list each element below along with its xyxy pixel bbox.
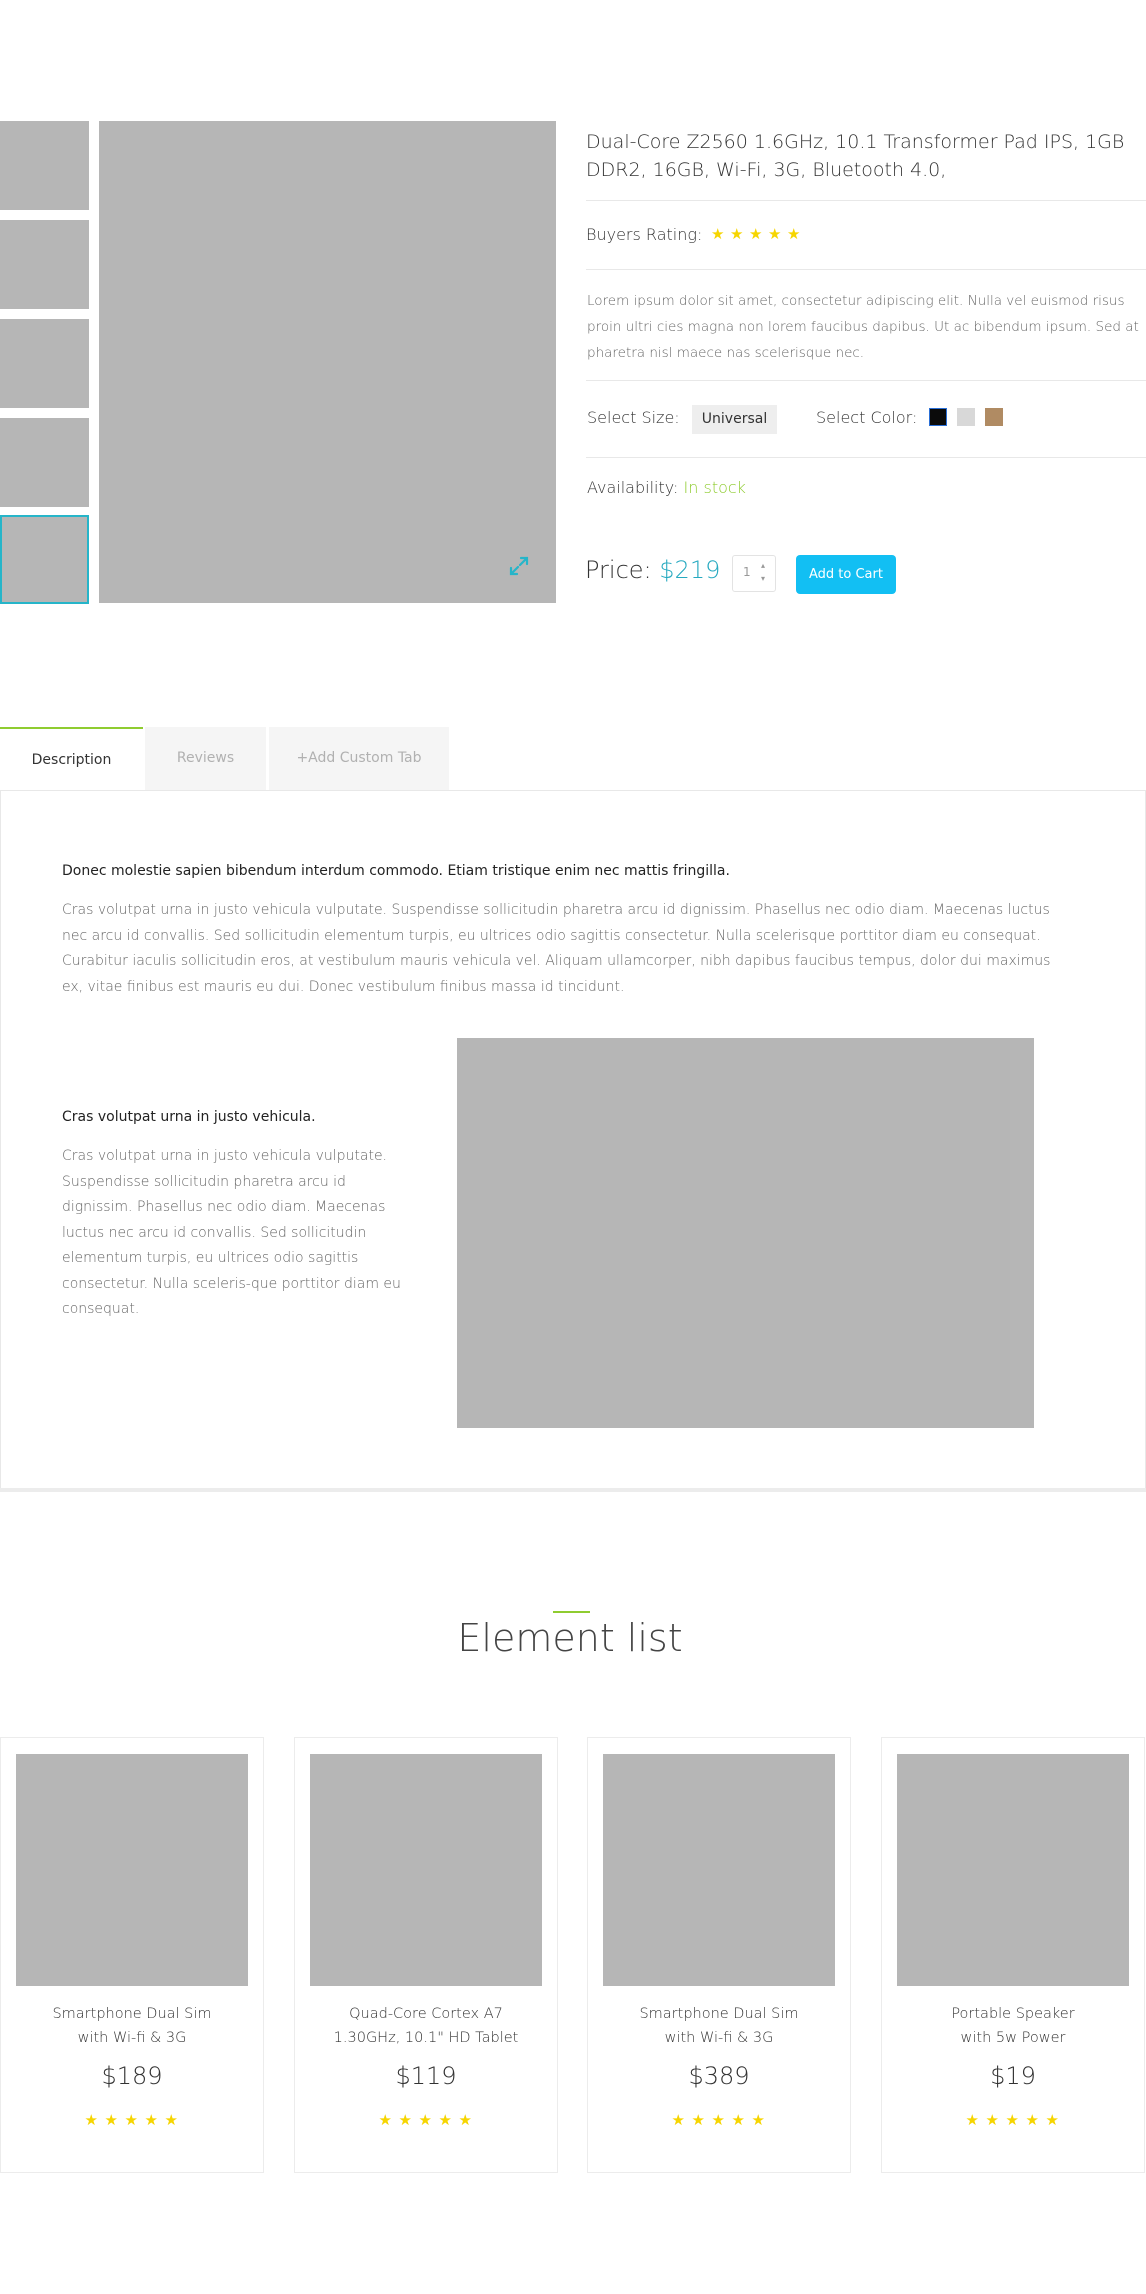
product-card-name-line: with Wi-fi & 3G bbox=[664, 2030, 774, 2046]
product-card-image[interactable] bbox=[310, 1754, 542, 1986]
divider bbox=[586, 200, 1146, 201]
star-icon: ★ bbox=[985, 2111, 999, 2129]
availability-label: Availability: bbox=[587, 478, 679, 497]
product-card[interactable]: Smartphone Dual Sim with Wi-fi & 3G $189… bbox=[0, 1737, 264, 2173]
product-card-price: $19 bbox=[990, 2062, 1036, 2090]
star-icon: ★ bbox=[124, 2111, 138, 2129]
expand-icon[interactable] bbox=[508, 555, 530, 577]
product-card[interactable]: Quad-Core Cortex A7 1.30GHz, 10.1" HD Ta… bbox=[294, 1737, 558, 2173]
rating-stars: ★ ★ ★ ★ ★ bbox=[295, 2113, 557, 2128]
star-icon: ★ bbox=[965, 2111, 979, 2129]
section-accent-line bbox=[553, 1611, 590, 1613]
rating-stars: ★ ★ ★ ★ ★ bbox=[588, 2113, 850, 2128]
description-paragraph: Cras volutpat urna in justo vehicula vul… bbox=[62, 902, 1051, 995]
divider bbox=[586, 380, 1146, 381]
star-icon: ★ bbox=[751, 2111, 765, 2129]
star-icon: ★ bbox=[1005, 2111, 1019, 2129]
gallery-thumbnail[interactable] bbox=[0, 121, 89, 210]
add-to-cart-button[interactable]: Add to Cart bbox=[796, 555, 896, 594]
quantity-value[interactable]: 1 bbox=[743, 565, 751, 579]
availability-status: In stock bbox=[683, 478, 746, 497]
color-swatch-fill bbox=[930, 409, 946, 425]
star-icon: ★ bbox=[144, 2111, 158, 2129]
star-icon: ★ bbox=[691, 2111, 705, 2129]
gallery-thumbnail-active[interactable] bbox=[0, 515, 89, 604]
star-icon: ★ bbox=[711, 2111, 725, 2129]
rating-stars: ★ ★ ★ ★ ★ bbox=[711, 227, 802, 242]
color-swatch-brown[interactable] bbox=[985, 408, 1003, 426]
product-card-name[interactable]: Smartphone Dual Sim with Wi-fi & 3G bbox=[1, 2002, 263, 2050]
divider bbox=[586, 457, 1146, 458]
star-icon: ★ bbox=[768, 225, 782, 243]
product-main-image[interactable] bbox=[99, 121, 556, 603]
decrement-icon[interactable]: ▾ bbox=[761, 574, 765, 583]
product-card-image[interactable] bbox=[16, 1754, 248, 1986]
star-icon: ★ bbox=[731, 2111, 745, 2129]
rating-stars: ★ ★ ★ ★ ★ bbox=[882, 2113, 1144, 2128]
quantity-stepper[interactable]: 1 ▴ ▾ bbox=[732, 555, 776, 592]
product-card-name-line: Smartphone Dual Sim bbox=[639, 2006, 799, 2022]
product-card[interactable]: Portable Speaker with 5w Power $19 ★ ★ ★ ★ ★ bbox=[881, 1737, 1145, 2173]
gallery-thumbnail[interactable] bbox=[0, 319, 89, 408]
tab-reviews[interactable]: Reviews bbox=[145, 727, 266, 790]
star-icon: ★ bbox=[84, 2111, 98, 2129]
star-icon: ★ bbox=[749, 225, 763, 243]
description-subparagraph: Cras volutpat urna in justo vehicula vul… bbox=[62, 1148, 401, 1317]
product-title: Dual-Core Z2560 1.6GHz, 10.1 Transformer… bbox=[586, 131, 1125, 181]
select-color-label: Select Color: bbox=[816, 408, 918, 427]
star-icon: ★ bbox=[730, 225, 744, 243]
product-card-name[interactable]: Quad-Core Cortex A7 1.30GHz, 10.1" HD Ta… bbox=[295, 2002, 557, 2050]
price: Price: $219 bbox=[585, 556, 720, 584]
star-icon: ★ bbox=[398, 2111, 412, 2129]
color-swatch-gray[interactable] bbox=[957, 408, 975, 426]
star-icon: ★ bbox=[458, 2111, 472, 2129]
description-subheading: Cras volutpat urna in justo vehicula. bbox=[62, 1109, 316, 1125]
product-card-name-line: Smartphone Dual Sim bbox=[52, 2006, 212, 2022]
tab-add-custom[interactable]: +Add Custom Tab bbox=[269, 727, 449, 790]
size-option-button[interactable]: Universal bbox=[692, 405, 777, 434]
description-heading: Donec molestie sapien bibendum interdum … bbox=[62, 863, 730, 879]
product-card-price: $119 bbox=[395, 2062, 457, 2090]
product-card-image[interactable] bbox=[897, 1754, 1129, 1986]
product-card-name-line: Quad-Core Cortex A7 bbox=[349, 2006, 503, 2022]
gallery-thumbnail[interactable] bbox=[0, 418, 89, 507]
star-icon: ★ bbox=[1025, 2111, 1039, 2129]
tab-description[interactable]: Description bbox=[0, 727, 143, 790]
product-card-name[interactable]: Portable Speaker with 5w Power bbox=[882, 2002, 1144, 2050]
star-icon: ★ bbox=[787, 225, 801, 243]
product-card-name-line: with 5w Power bbox=[960, 2030, 1066, 2046]
availability: Availability: In stock bbox=[587, 478, 746, 497]
product-card-name-line: 1.30GHz, 10.1" HD Tablet bbox=[333, 2030, 519, 2046]
product-card[interactable]: Smartphone Dual Sim with Wi-fi & 3G $389… bbox=[587, 1737, 851, 2173]
color-swatch-black[interactable] bbox=[929, 408, 947, 426]
rating-stars: ★ ★ ★ ★ ★ bbox=[1, 2113, 263, 2128]
product-short-description: Lorem ipsum dolor sit amet, consectetur … bbox=[587, 293, 1139, 361]
star-icon: ★ bbox=[378, 2111, 392, 2129]
star-icon: ★ bbox=[1045, 2111, 1059, 2129]
star-icon: ★ bbox=[418, 2111, 432, 2129]
star-icon: ★ bbox=[671, 2111, 685, 2129]
product-card-price: $389 bbox=[688, 2062, 750, 2090]
star-icon: ★ bbox=[104, 2111, 118, 2129]
product-card-image[interactable] bbox=[603, 1754, 835, 1986]
increment-icon[interactable]: ▴ bbox=[761, 561, 765, 570]
buyers-rating-label: Buyers Rating: bbox=[586, 225, 703, 244]
star-icon: ★ bbox=[438, 2111, 452, 2129]
star-icon: ★ bbox=[164, 2111, 178, 2129]
divider bbox=[586, 269, 1146, 270]
product-card-price: $189 bbox=[101, 2062, 163, 2090]
panel-shadow bbox=[0, 1488, 1146, 1492]
price-label: Price: bbox=[585, 556, 652, 584]
section-title: Element list bbox=[457, 1616, 683, 1660]
select-size-label: Select Size: bbox=[587, 408, 680, 427]
product-card-name-line: Portable Speaker bbox=[951, 2006, 1075, 2022]
gallery-thumbnail[interactable] bbox=[0, 220, 89, 309]
product-card-name-line: with Wi-fi & 3G bbox=[77, 2030, 187, 2046]
product-card-name[interactable]: Smartphone Dual Sim with Wi-fi & 3G bbox=[588, 2002, 850, 2050]
price-value: $219 bbox=[659, 556, 721, 584]
star-icon: ★ bbox=[711, 225, 725, 243]
description-image bbox=[457, 1038, 1034, 1428]
